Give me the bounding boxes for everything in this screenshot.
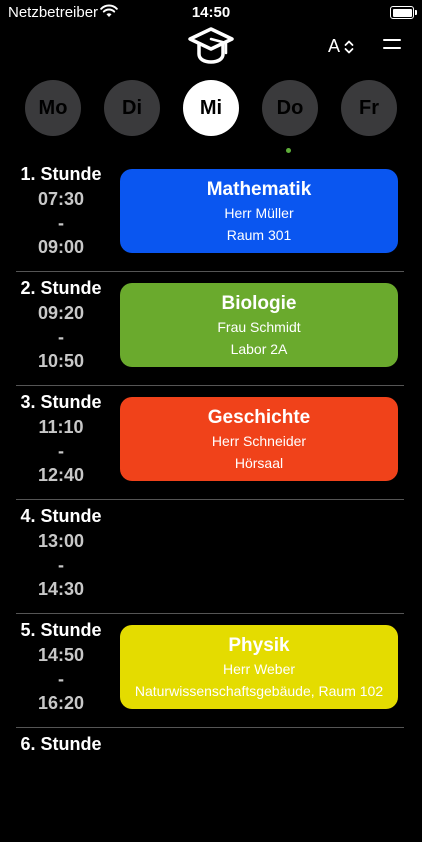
day-button-mo[interactable]: Mo (25, 80, 81, 136)
app-header: A (0, 24, 422, 68)
sort-button[interactable]: A (328, 36, 354, 57)
period-time-separator: - (58, 327, 64, 347)
period-row: 4. Stunde 13:00 - 14:30 (0, 500, 404, 614)
lesson-teacher: Herr Weber (222, 661, 296, 677)
lesson-room: Labor 2A (230, 341, 288, 357)
day-button-do[interactable]: Do (262, 80, 318, 136)
lesson-indicator-dot (286, 148, 291, 153)
day-button-di[interactable]: Di (104, 80, 160, 136)
period-end-time: 10:50 (37, 351, 85, 371)
period-label: 4. Stunde (20, 506, 102, 526)
period-time-separator: - (58, 441, 64, 461)
battery-level (392, 8, 412, 17)
lesson-subject: Mathematik (206, 179, 312, 200)
lesson-card[interactable]: Physik Herr Weber Naturwissenschaftsgebä… (120, 625, 398, 709)
period-start-time: 07:30 (37, 189, 85, 209)
day-label: Di (122, 96, 142, 119)
menu-icon[interactable] (383, 39, 401, 55)
period-label: 2. Stunde (20, 278, 102, 298)
day-label: Mo (38, 96, 68, 119)
period-end-time: 12:40 (37, 465, 85, 485)
period-label: 1. Stunde (20, 164, 102, 184)
status-bar: Netzbetreiber 14:50 (0, 0, 422, 24)
period-row: 3. Stunde 11:10 - 12:40 Geschichte Herr … (0, 386, 404, 500)
period-start-time: 09:20 (37, 303, 85, 323)
period-end-time: 16:20 (37, 693, 85, 713)
status-time: 14:50 (191, 4, 231, 21)
day-label: Fr (359, 96, 379, 119)
lesson-teacher: Frau Schmidt (217, 319, 301, 335)
lesson-card[interactable]: Geschichte Herr Schneider Hörsaal (120, 397, 398, 481)
lesson-subject: Geschichte (207, 407, 311, 428)
period-time-separator: - (58, 669, 64, 689)
lesson-teacher: Herr Müller (224, 205, 294, 221)
lesson-subject: Physik (228, 635, 290, 656)
lesson-room: Naturwissenschaftsgebäude, Raum 102 (134, 683, 384, 699)
lesson-subject: Biologie (221, 293, 297, 314)
period-end-time: 09:00 (37, 237, 85, 257)
period-start-time: 11:10 (38, 417, 84, 437)
day-selector: Mo Di Mi Do Fr (0, 80, 422, 136)
chevron-up-down-icon (344, 40, 354, 53)
period-time-separator: - (58, 555, 64, 575)
period-label: 6. Stunde (20, 734, 102, 754)
sort-label: A (328, 36, 341, 56)
lesson-card[interactable]: Mathematik Herr Müller Raum 301 (120, 169, 398, 253)
period-label: 3. Stunde (20, 392, 102, 412)
lesson-teacher: Herr Schneider (211, 433, 307, 449)
period-row: 5. Stunde 14:50 - 16:20 Physik Herr Webe… (0, 614, 404, 728)
period-row: 1. Stunde 07:30 - 09:00 Mathematik Herr … (0, 158, 404, 272)
period-end-time: 14:30 (37, 579, 85, 599)
period-time-separator: - (58, 213, 64, 233)
lesson-card[interactable]: Biologie Frau Schmidt Labor 2A (120, 283, 398, 367)
lesson-room: Raum 301 (226, 227, 292, 243)
day-label: Do (276, 96, 304, 119)
graduation-cap-icon (188, 27, 234, 64)
period-label: 5. Stunde (20, 620, 102, 640)
period-start-time: 13:00 (37, 531, 85, 551)
battery-icon (390, 6, 417, 19)
day-label: Mi (199, 96, 223, 119)
period-start-time: 14:50 (37, 645, 85, 665)
day-button-mi[interactable]: Mi (183, 80, 239, 136)
period-row: 2. Stunde 09:20 - 10:50 Biologie Frau Sc… (0, 272, 404, 386)
period-row: 6. Stunde (0, 728, 404, 842)
lesson-room: Hörsaal (234, 455, 284, 471)
day-button-fr[interactable]: Fr (341, 80, 397, 136)
